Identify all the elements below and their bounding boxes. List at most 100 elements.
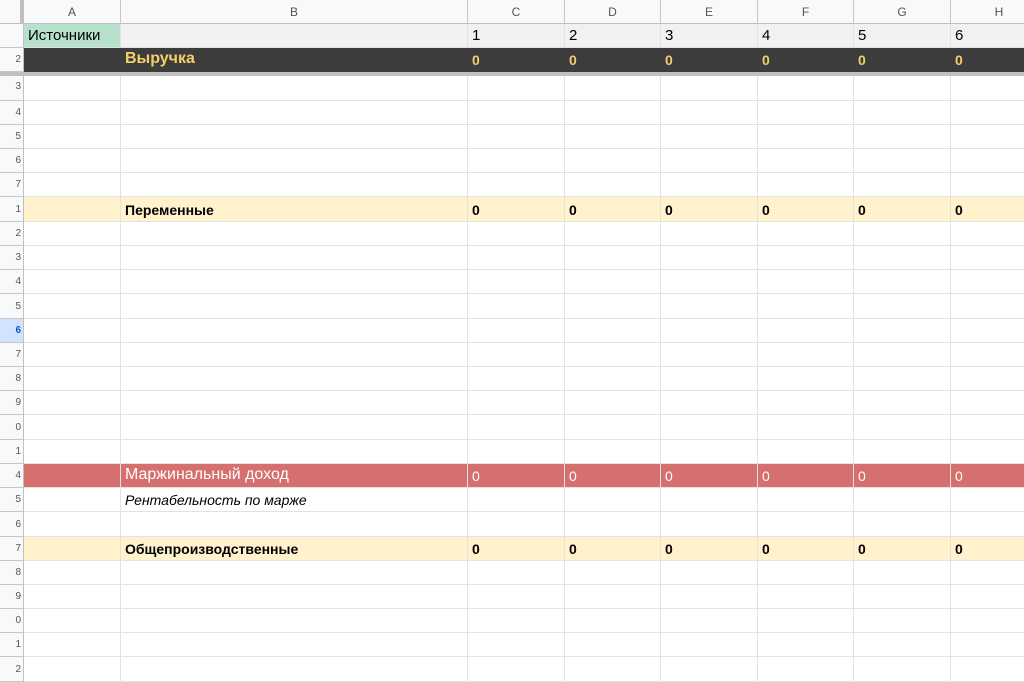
cell-h23[interactable] bbox=[951, 561, 1024, 585]
cell-a1[interactable]: Источники bbox=[24, 24, 121, 48]
cell-g2[interactable]: 0 bbox=[854, 48, 951, 72]
cell-b17[interactable] bbox=[121, 415, 468, 440]
cell-g1[interactable]: 5 bbox=[854, 24, 951, 48]
cell-h25[interactable] bbox=[951, 609, 1024, 633]
row-header[interactable]: 5 bbox=[0, 294, 24, 319]
cell-a13[interactable] bbox=[24, 319, 121, 343]
cell-c1[interactable]: 1 bbox=[468, 24, 565, 48]
column-header-e[interactable]: E bbox=[661, 0, 758, 24]
cell-e20[interactable] bbox=[661, 488, 758, 512]
cell-c23[interactable] bbox=[468, 561, 565, 585]
cell-c17[interactable] bbox=[468, 415, 565, 440]
cell-h5[interactable] bbox=[951, 125, 1024, 149]
cell-a5[interactable] bbox=[24, 125, 121, 149]
cell-d1[interactable]: 2 bbox=[565, 24, 661, 48]
cell-g13[interactable] bbox=[854, 319, 951, 343]
cell-a2[interactable] bbox=[24, 48, 121, 72]
cell-a21[interactable] bbox=[24, 512, 121, 537]
cell-e19[interactable]: 0 bbox=[661, 464, 758, 488]
cell-d13[interactable] bbox=[565, 319, 661, 343]
cell-a4[interactable] bbox=[24, 101, 121, 125]
cell-a6[interactable] bbox=[24, 149, 121, 173]
cell-b27[interactable] bbox=[121, 657, 468, 682]
cell-h21[interactable] bbox=[951, 512, 1024, 537]
cell-d19[interactable]: 0 bbox=[565, 464, 661, 488]
column-header-d[interactable]: D bbox=[565, 0, 661, 24]
cell-f7[interactable] bbox=[758, 173, 854, 197]
cell-g22[interactable]: 0 bbox=[854, 537, 951, 561]
cell-h6[interactable] bbox=[951, 149, 1024, 173]
cell-f22[interactable]: 0 bbox=[758, 537, 854, 561]
cell-e22[interactable]: 0 bbox=[661, 537, 758, 561]
row-header[interactable]: 0 bbox=[0, 415, 24, 440]
cell-c10[interactable] bbox=[468, 246, 565, 270]
cell-h18[interactable] bbox=[951, 440, 1024, 464]
cell-b24[interactable] bbox=[121, 585, 468, 609]
cell-h2[interactable]: 0 bbox=[951, 48, 1024, 72]
row-header[interactable]: 8 bbox=[0, 367, 24, 391]
cell-h12[interactable] bbox=[951, 294, 1024, 319]
cell-a12[interactable] bbox=[24, 294, 121, 319]
cell-c26[interactable] bbox=[468, 633, 565, 657]
column-header-g[interactable]: G bbox=[854, 0, 951, 24]
cell-a14[interactable] bbox=[24, 343, 121, 367]
cell-f1[interactable]: 4 bbox=[758, 24, 854, 48]
cell-a15[interactable] bbox=[24, 367, 121, 391]
cell-h26[interactable] bbox=[951, 633, 1024, 657]
cell-f17[interactable] bbox=[758, 415, 854, 440]
cell-h16[interactable] bbox=[951, 391, 1024, 415]
cell-b8[interactable]: Переменные bbox=[121, 197, 468, 222]
cell-c14[interactable] bbox=[468, 343, 565, 367]
cell-h4[interactable] bbox=[951, 101, 1024, 125]
cell-g14[interactable] bbox=[854, 343, 951, 367]
cell-b22[interactable]: Общепроизводственные bbox=[121, 537, 468, 561]
cell-b10[interactable] bbox=[121, 246, 468, 270]
cell-c24[interactable] bbox=[468, 585, 565, 609]
cell-b26[interactable] bbox=[121, 633, 468, 657]
cell-g11[interactable] bbox=[854, 270, 951, 294]
cell-a8[interactable] bbox=[24, 197, 121, 222]
cell-b14[interactable] bbox=[121, 343, 468, 367]
column-header-f[interactable]: F bbox=[758, 0, 854, 24]
cell-f24[interactable] bbox=[758, 585, 854, 609]
cell-e1[interactable]: 3 bbox=[661, 24, 758, 48]
cell-c27[interactable] bbox=[468, 657, 565, 682]
cell-g17[interactable] bbox=[854, 415, 951, 440]
cell-e9[interactable] bbox=[661, 222, 758, 246]
cell-e25[interactable] bbox=[661, 609, 758, 633]
cell-c4[interactable] bbox=[468, 101, 565, 125]
cell-f4[interactable] bbox=[758, 101, 854, 125]
row-header[interactable]: 4 bbox=[0, 464, 24, 488]
cell-e8[interactable]: 0 bbox=[661, 197, 758, 222]
cell-b1[interactable] bbox=[121, 24, 468, 48]
cell-d18[interactable] bbox=[565, 440, 661, 464]
cell-f25[interactable] bbox=[758, 609, 854, 633]
cell-e6[interactable] bbox=[661, 149, 758, 173]
cell-c16[interactable] bbox=[468, 391, 565, 415]
cell-g27[interactable] bbox=[854, 657, 951, 682]
cell-f27[interactable] bbox=[758, 657, 854, 682]
cell-d25[interactable] bbox=[565, 609, 661, 633]
cell-c3[interactable] bbox=[468, 72, 565, 101]
cell-a22[interactable] bbox=[24, 537, 121, 561]
cell-b25[interactable] bbox=[121, 609, 468, 633]
cell-a3[interactable] bbox=[24, 72, 121, 101]
cell-b2[interactable]: Выручка bbox=[121, 48, 468, 72]
cell-d9[interactable] bbox=[565, 222, 661, 246]
cell-f15[interactable] bbox=[758, 367, 854, 391]
cell-b6[interactable] bbox=[121, 149, 468, 173]
cell-h20[interactable] bbox=[951, 488, 1024, 512]
select-all-corner[interactable] bbox=[0, 0, 24, 24]
cell-g26[interactable] bbox=[854, 633, 951, 657]
cell-e10[interactable] bbox=[661, 246, 758, 270]
cell-c15[interactable] bbox=[468, 367, 565, 391]
cell-d3[interactable] bbox=[565, 72, 661, 101]
cell-c12[interactable] bbox=[468, 294, 565, 319]
cell-f14[interactable] bbox=[758, 343, 854, 367]
cell-a11[interactable] bbox=[24, 270, 121, 294]
cell-d4[interactable] bbox=[565, 101, 661, 125]
cell-c11[interactable] bbox=[468, 270, 565, 294]
column-header-a[interactable]: A bbox=[24, 0, 121, 24]
cell-c6[interactable] bbox=[468, 149, 565, 173]
cell-d23[interactable] bbox=[565, 561, 661, 585]
